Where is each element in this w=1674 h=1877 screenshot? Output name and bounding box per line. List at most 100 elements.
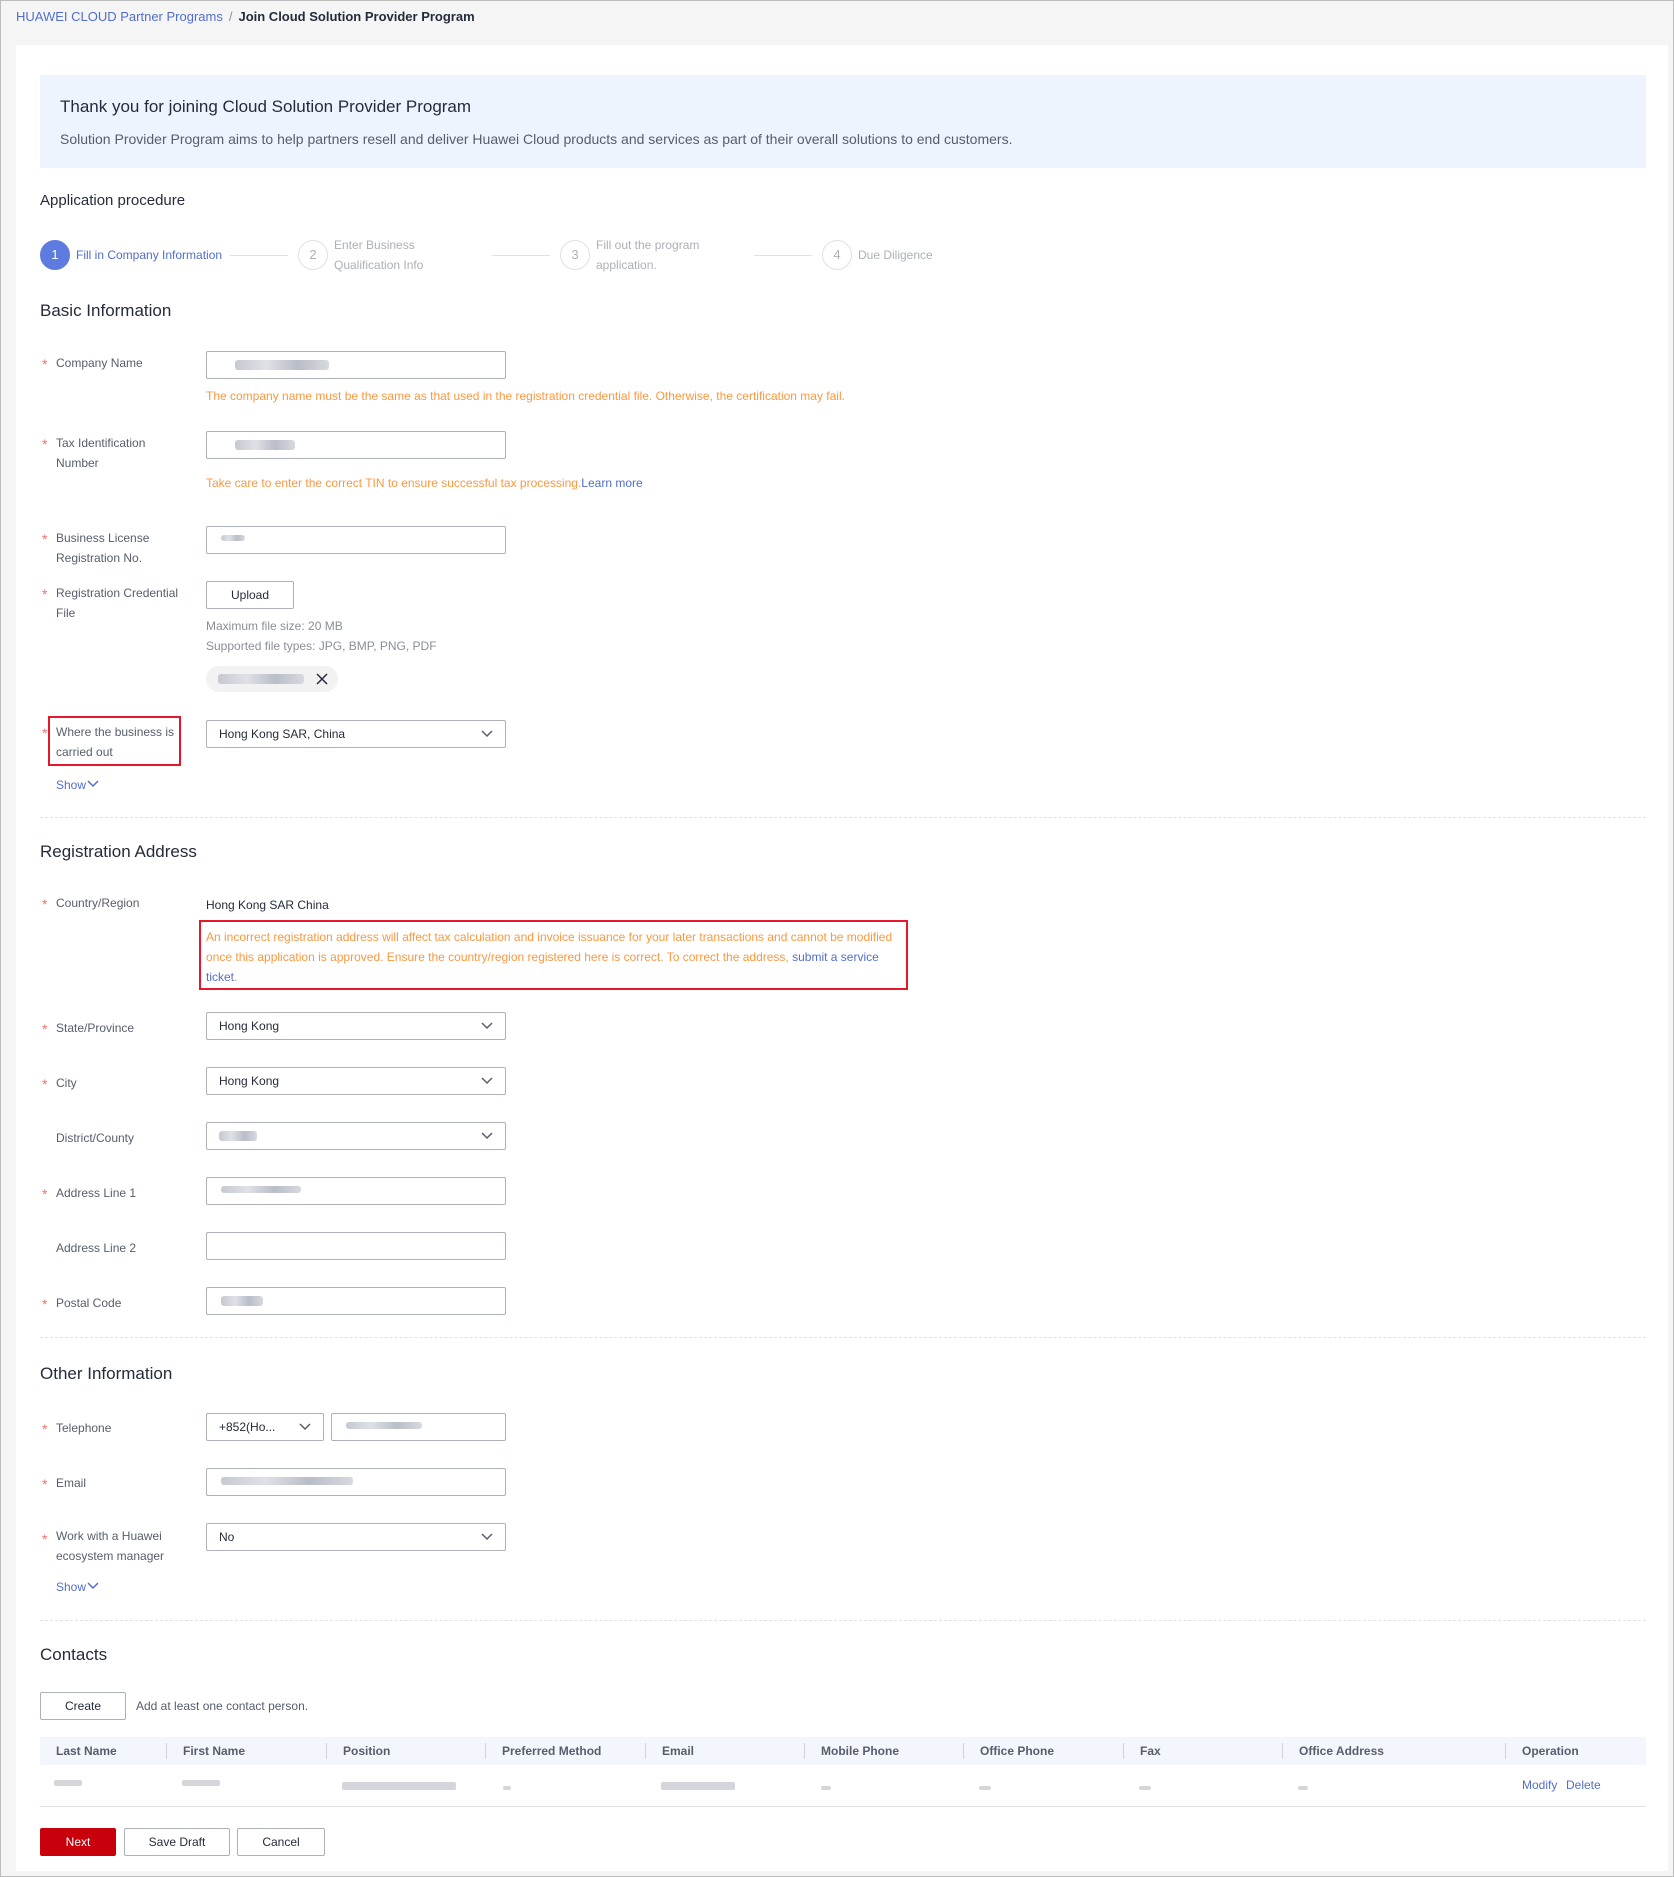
basic-info-title: Basic Information	[40, 301, 172, 320]
col-office-phone: Office Phone	[980, 1744, 1055, 1758]
telephone-label: Telephone	[56, 1421, 112, 1435]
business-location-value: Hong Kong SAR, China	[219, 727, 346, 741]
company-name-input[interactable]	[206, 351, 506, 379]
column-divider	[166, 1743, 167, 1759]
col-mobile-phone: Mobile Phone	[821, 1744, 899, 1758]
redacted-value	[221, 1296, 263, 1306]
file-types-text: Supported file types: JPG, BMP, PNG, PDF	[206, 639, 437, 653]
required-asterisk: *	[42, 1421, 48, 1437]
required-asterisk: *	[42, 1076, 48, 1092]
redacted-cell	[503, 1786, 511, 1790]
next-button[interactable]: Next	[40, 1828, 116, 1856]
column-divider	[645, 1743, 646, 1759]
address-warning-text: once this application is approved. Ensur…	[206, 950, 789, 964]
col-last-name: Last Name	[56, 1744, 117, 1758]
column-divider	[963, 1743, 964, 1759]
chevron-down-icon	[481, 1533, 493, 1541]
registration-address-title: Registration Address	[40, 842, 197, 861]
required-asterisk: *	[42, 1531, 48, 1547]
learn-more-link[interactable]: Learn more	[581, 476, 642, 490]
business-location-label-line1: Where the business is	[56, 725, 175, 739]
column-divider	[1282, 1743, 1283, 1759]
step-4-indicator: 4	[822, 240, 852, 270]
step-1-label: Fill in Company Information	[76, 248, 223, 262]
redacted-cell	[1298, 1786, 1308, 1790]
step-connector	[492, 255, 550, 256]
breadcrumb-partner-programs-link[interactable]: HUAWEI CLOUD Partner Programs	[16, 9, 223, 24]
submit-ticket-link-cont[interactable]: ticket	[206, 970, 234, 984]
step-3-label-line2: application.	[596, 258, 657, 272]
district-select[interactable]	[206, 1122, 506, 1150]
step-2-label-line2: Qualification Info	[334, 258, 424, 272]
business-license-label-line1: Business License	[56, 531, 150, 545]
redacted-value	[235, 440, 295, 450]
banner-title: Thank you for joining Cloud Solution Pro…	[60, 97, 472, 116]
close-icon[interactable]	[316, 673, 328, 685]
postal-code-input[interactable]	[206, 1287, 506, 1315]
tin-hint: Take care to enter the correct TIN to en…	[206, 473, 643, 493]
required-asterisk: *	[42, 725, 48, 741]
step-1-indicator: 1	[40, 240, 70, 270]
required-asterisk: *	[42, 436, 48, 452]
postal-code-label: Postal Code	[56, 1296, 122, 1310]
address-line1-input[interactable]	[206, 1177, 506, 1205]
create-contact-button[interactable]: Create	[40, 1692, 126, 1720]
ecosystem-manager-select[interactable]: No	[206, 1523, 506, 1551]
business-license-label-line2: Registration No.	[56, 551, 143, 565]
redacted-cell	[342, 1782, 456, 1790]
modify-contact-link[interactable]: Modify	[1522, 1778, 1557, 1792]
step-4-label: Due Diligence	[858, 248, 933, 262]
chevron-down-icon	[481, 1022, 493, 1030]
uploaded-file-tag	[206, 666, 338, 692]
column-divider	[1505, 1743, 1506, 1759]
info-banner	[40, 75, 1646, 168]
redacted-value	[221, 1477, 353, 1485]
upload-button[interactable]: Upload	[206, 581, 294, 609]
banner-description: Solution Provider Program aims to help p…	[60, 131, 1013, 147]
delete-contact-link[interactable]: Delete	[1566, 1778, 1601, 1792]
step-2-label-line1: Enter Business	[334, 238, 415, 252]
address-line2-input[interactable]	[206, 1232, 506, 1260]
submit-ticket-link[interactable]: submit a service	[792, 950, 879, 964]
redacted-cell	[54, 1780, 82, 1786]
credential-file-label-line1: Registration Credential	[56, 586, 179, 600]
required-asterisk: *	[42, 531, 48, 547]
redacted-cell	[182, 1780, 220, 1786]
ecosystem-manager-label-line2: ecosystem manager	[56, 1549, 165, 1563]
col-first-name: First Name	[183, 1744, 246, 1758]
address-line2-label: Address Line 2	[56, 1241, 137, 1255]
email-input[interactable]	[206, 1468, 506, 1496]
ecosystem-manager-label-line1: Work with a Huawei	[56, 1529, 162, 1543]
business-location-select[interactable]: Hong Kong SAR, China	[206, 720, 506, 748]
column-divider	[326, 1743, 327, 1759]
show-more-toggle[interactable]: Show	[56, 778, 99, 792]
city-select[interactable]: Hong Kong	[206, 1067, 506, 1095]
chevron-down-icon	[87, 1582, 99, 1590]
col-office-address: Office Address	[1299, 1744, 1384, 1758]
redacted-cell	[661, 1782, 735, 1790]
state-label: State/Province	[56, 1021, 135, 1035]
breadcrumb-current-page: Join Cloud Solution Provider Program	[238, 9, 475, 24]
save-draft-button[interactable]: Save Draft	[124, 1828, 230, 1856]
step-2-indicator: 2	[298, 240, 328, 270]
business-license-input[interactable]	[206, 526, 506, 554]
address-warning-end: .	[234, 970, 238, 984]
country-code-select[interactable]: +852(Ho...	[206, 1413, 324, 1441]
step-3-indicator: 3	[560, 240, 590, 270]
redacted-file-name	[218, 674, 304, 684]
tin-input[interactable]	[206, 431, 506, 459]
redacted-cell	[1139, 1786, 1151, 1790]
state-select[interactable]: Hong Kong	[206, 1012, 506, 1040]
chevron-down-icon	[87, 780, 99, 788]
cancel-button[interactable]: Cancel	[237, 1828, 325, 1856]
required-asterisk: *	[42, 1296, 48, 1312]
telephone-input[interactable]	[331, 1413, 506, 1441]
chevron-down-icon	[481, 1132, 493, 1140]
country-value: Hong Kong SAR China	[206, 898, 329, 912]
redacted-cell	[821, 1786, 831, 1790]
redacted-cell	[979, 1786, 991, 1790]
show-more-toggle[interactable]: Show	[56, 1580, 99, 1594]
chevron-down-icon	[299, 1423, 311, 1431]
redacted-value	[221, 1186, 301, 1193]
email-label: Email	[56, 1476, 87, 1490]
